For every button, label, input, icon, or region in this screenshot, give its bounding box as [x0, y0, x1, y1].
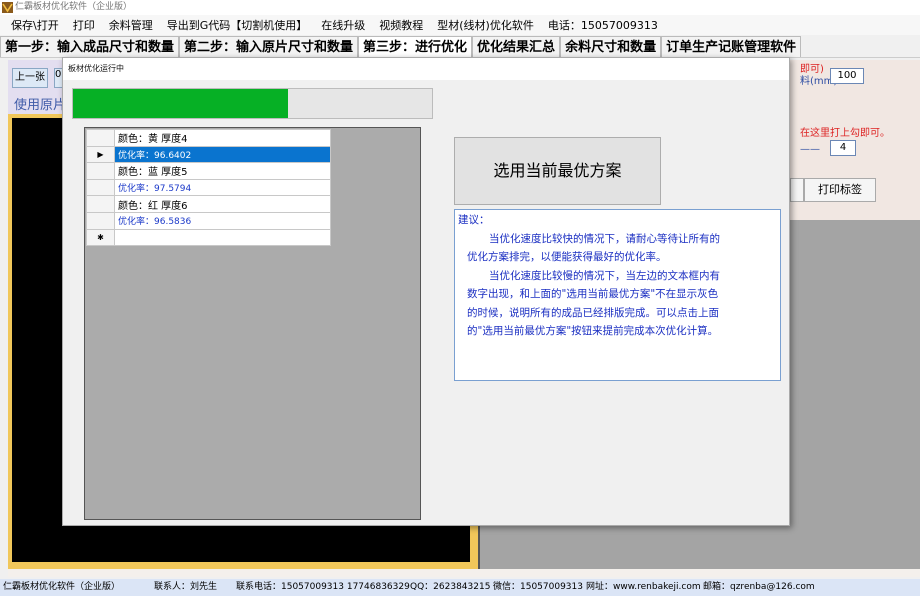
advice-line-1: 当优化速度比较快的情况下，请耐心等待让所有的 [489, 232, 720, 245]
status-app: 仁霸板材优化软件（企业版） [3, 582, 121, 592]
use-sheet-label: 使用原片 [14, 98, 67, 113]
menu-export-gcode[interactable]: 导出到G代码【切割机使用】 [160, 17, 315, 33]
menu-phone: 电话：15057009313 [547, 19, 658, 32]
tab-order[interactable]: 订单生产记账管理软件 [661, 36, 802, 57]
dialog-title: 板材优化运行中 [63, 58, 789, 80]
grid-row[interactable]: 颜色：黄 厚度4 [86, 129, 331, 147]
grid-cell[interactable] [114, 228, 331, 247]
row-header[interactable] [86, 211, 115, 230]
advice-box: 建议： 当优化速度比较快的情况下，请耐心等待让所有的 优化方案排完，以便能获得最… [454, 209, 781, 381]
grid-cell[interactable]: 颜色：红 厚度6 [114, 195, 331, 213]
advice-title: 建议： [458, 214, 490, 226]
advice-line-6: 的"选用当前最优方案"按钮来提前完成本次优化计算。 [467, 325, 719, 337]
grid-row[interactable]: ✱ [86, 228, 331, 247]
dash-label: —— [800, 144, 820, 155]
tab-step3[interactable]: 第三步：进行优化 [358, 36, 473, 57]
kerf-input[interactable]: 100 [830, 68, 864, 84]
menu-video[interactable]: 视频教程 [372, 17, 430, 33]
result-grid-area: 颜色：黄 厚度4 ▶ 优化率：96.6402 颜色：蓝 厚度5 优化率：97.5794 颜… [84, 127, 421, 520]
grid-row[interactable]: ▶ 优化率：96.6402 [86, 145, 331, 164]
row-header[interactable] [86, 129, 115, 147]
row-header[interactable] [86, 162, 115, 180]
menu-profile-software[interactable]: 型材(线材)优化软件 [430, 17, 541, 33]
status-qq: QQ：2623843215 [410, 582, 491, 592]
grid-row[interactable]: 颜色：红 厚度6 [86, 195, 331, 213]
tab-step2[interactable]: 第二步：输入原片尺寸和数量 [179, 36, 359, 57]
window-title: 仁霸板材优化软件（企业版） [15, 2, 133, 12]
menu-remnant[interactable]: 余料管理 [102, 17, 160, 33]
grid-row[interactable]: 颜色：蓝 厚度5 [86, 162, 331, 180]
step-tabs: 第一步：输入成品尺寸和数量 第二步：输入原片尺寸和数量 第三步：进行优化 优化结… [0, 36, 920, 58]
advice-line-2: 优化方案排完，以便能获得最好的优化率。 [467, 251, 667, 263]
row-pointer-icon[interactable]: ▶ [86, 145, 115, 164]
grid-cell[interactable]: 优化率：96.5836 [114, 211, 331, 230]
optimization-dialog: 板材优化运行中 颜色：黄 厚度4 ▶ 优化率：96.6402 颜色：蓝 厚度5 优化率：… [62, 57, 790, 526]
grid-row[interactable]: 优化率：96.5836 [86, 211, 331, 230]
progress-fill [73, 89, 289, 118]
grid-cell[interactable]: 优化率：96.6402 [114, 145, 331, 164]
row-header[interactable] [86, 195, 115, 213]
use-best-plan-button[interactable]: 选用当前最优方案 [454, 137, 661, 205]
menu-save-open[interactable]: 保存\打开 [0, 17, 66, 33]
new-row-icon[interactable]: ✱ [86, 228, 115, 247]
count-input[interactable]: 4 [830, 140, 856, 156]
status-email: 邮箱：qzrenba@126.com [703, 582, 815, 592]
print-label-button[interactable]: 打印标签 [804, 178, 876, 202]
row-header[interactable] [86, 178, 115, 197]
tab-step1[interactable]: 第一步：输入成品尺寸和数量 [0, 36, 180, 57]
grid-cell[interactable]: 优化率：97.5794 [114, 178, 331, 197]
advice-line-3: 当优化速度比较慢的情况下，当左边的文本框内有 [489, 269, 720, 282]
app-logo-icon [2, 2, 13, 13]
menu-print[interactable]: 打印 [66, 17, 102, 33]
grid-cell[interactable]: 颜色：蓝 厚度5 [114, 162, 331, 180]
checkbox-hint: 在这里打上勾即可。 [800, 128, 890, 139]
status-wechat: 微信：15057009313 [493, 582, 583, 592]
title-bar: 仁霸板材优化软件（企业版） [0, 0, 920, 15]
advice-line-5: 的时候，说明所有的成品已经排版完成。可以点击上面 [467, 306, 719, 319]
result-grid: 颜色：黄 厚度4 ▶ 优化率：96.6402 颜色：蓝 厚度5 优化率：97.5794 颜… [86, 129, 331, 247]
menu-bar: 保存\打开 打印 余料管理 导出到G代码【切割机使用】 在线升级 视频教程 型材… [0, 15, 920, 35]
status-site: 网址：www.renbakeji.com [586, 582, 701, 592]
grid-row[interactable]: 优化率：97.5794 [86, 178, 331, 197]
status-contact: 联系人：刘先生 [154, 582, 218, 592]
tab-summary[interactable]: 优化结果汇总 [472, 36, 561, 57]
small-button[interactable] [790, 178, 804, 202]
advice-line-4: 数字出现，和上面的"选用当前最优方案"不在显示灰色 [467, 288, 719, 300]
grid-cell[interactable]: 颜色：黄 厚度4 [114, 129, 331, 147]
menu-upgrade[interactable]: 在线升级 [314, 17, 372, 33]
tab-remnant[interactable]: 余料尺寸和数量 [560, 36, 662, 57]
status-bar: 仁霸板材优化软件（企业版） 联系人：刘先生 联系电话：15057009313 1… [0, 579, 920, 596]
progress-bar [72, 88, 433, 119]
status-phone: 联系电话：15057009313 17746836329 [236, 582, 410, 592]
prev-sheet-button[interactable]: 上一张 [12, 68, 48, 88]
